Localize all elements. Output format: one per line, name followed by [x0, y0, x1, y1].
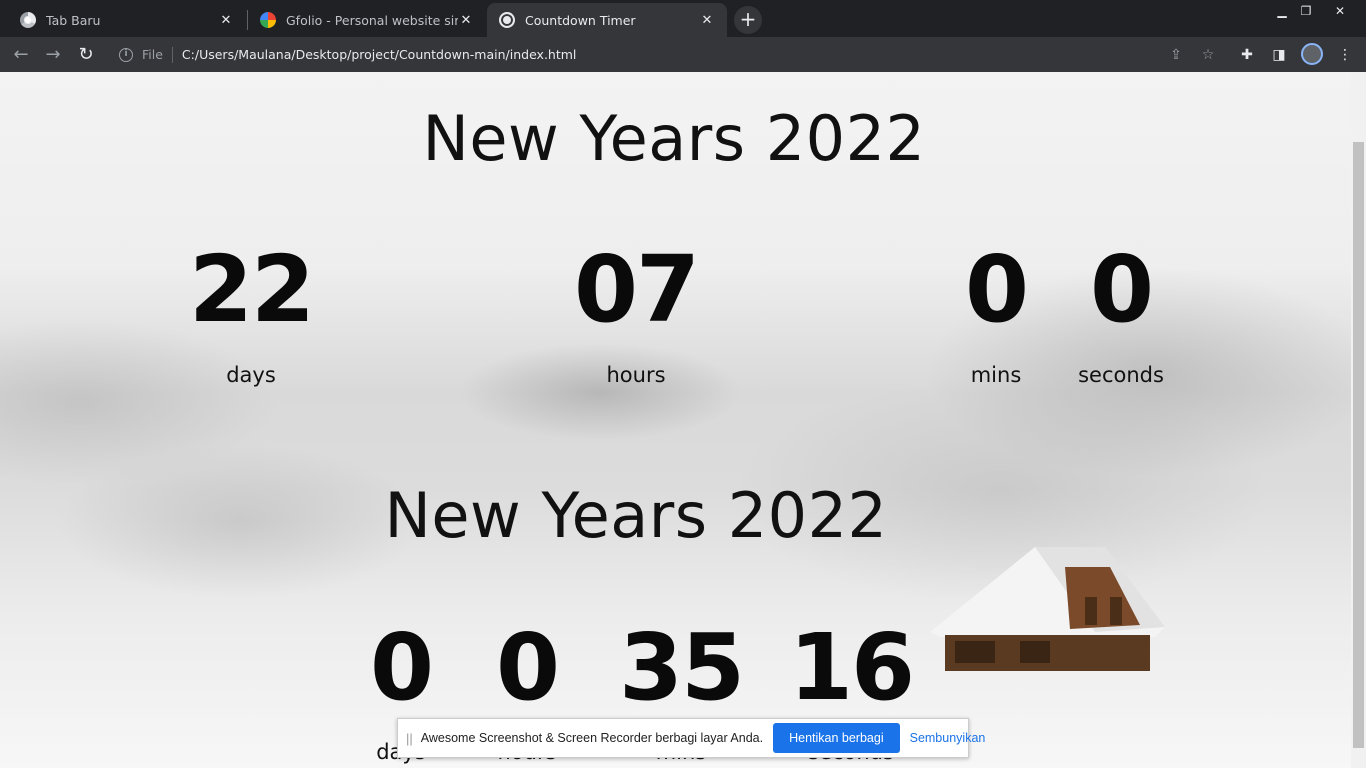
share-icon[interactable]: ⇪	[1167, 46, 1185, 64]
extensions-icon[interactable]: ✚	[1238, 46, 1256, 64]
chrome-icon	[20, 12, 36, 28]
globe-icon	[499, 12, 515, 28]
new-tab-button[interactable]: +	[734, 6, 762, 34]
mins-value: 0	[964, 236, 1029, 343]
scrollbar-thumb[interactable]	[1353, 142, 1364, 748]
close-tab-icon[interactable]: ✕	[458, 13, 474, 28]
reload-icon[interactable]: ↻	[73, 42, 99, 68]
page-scrollbar[interactable]	[1351, 72, 1366, 768]
google-icon	[260, 12, 276, 28]
seconds-value: 16	[788, 614, 915, 721]
tab-strip: Tab Baru ✕ Gfolio - Personal website sim…	[0, 0, 1366, 37]
menu-icon[interactable]: ⋮	[1336, 46, 1354, 64]
share-message: Awesome Screenshot & Screen Recorder ber…	[420, 731, 764, 745]
restore-button[interactable]: ❐	[1292, 2, 1320, 20]
page-viewport: New Years 2022 22 days 07 hours 0 mins 0…	[0, 72, 1351, 768]
tab-new-tab[interactable]: Tab Baru ✕	[8, 3, 246, 37]
close-tab-icon[interactable]: ✕	[699, 13, 715, 28]
close-window-button[interactable]: ✕	[1326, 2, 1354, 20]
hours-value: 0	[495, 614, 560, 721]
tab-title: Countdown Timer	[525, 12, 636, 28]
stop-sharing-button[interactable]: Hentikan berbagi	[773, 723, 900, 753]
hours-value: 07	[573, 236, 700, 343]
cabin-image	[930, 547, 1165, 671]
star-icon[interactable]: ☆	[1199, 46, 1217, 64]
drag-handle-icon[interactable]: ||	[406, 731, 413, 746]
url-text[interactable]: C:/Users/Maulana/Desktop/project/Countdo…	[182, 47, 576, 62]
screen-share-bar: || Awesome Screenshot & Screen Recorder …	[397, 718, 985, 758]
seconds-label: seconds	[1078, 363, 1164, 387]
hide-link[interactable]: Sembunyikan	[910, 731, 986, 745]
countdown-title: New Years 2022	[384, 479, 888, 552]
days-value: 0	[369, 614, 434, 721]
tab-title: Gfolio - Personal website simulat	[286, 12, 458, 28]
tab-title: Tab Baru	[46, 12, 101, 28]
countdown-title: New Years 2022	[422, 102, 926, 175]
back-arrow-icon[interactable]: ←	[8, 42, 34, 68]
forward-arrow-icon[interactable]: →	[40, 42, 66, 68]
address-bar[interactable]: i File C:/Users/Maulana/Desktop/project/…	[110, 41, 1190, 68]
profile-avatar[interactable]	[1301, 43, 1323, 65]
tab-gfolio[interactable]: Gfolio - Personal website simulat ✕	[248, 3, 486, 37]
tab-countdown-timer[interactable]: Countdown Timer ✕	[487, 3, 727, 37]
info-icon[interactable]: i	[119, 47, 133, 62]
address-divider	[171, 46, 173, 63]
hours-label: hours	[606, 363, 666, 387]
close-tab-icon[interactable]: ✕	[218, 13, 234, 28]
scheme-label: File	[142, 47, 163, 62]
mins-label: mins	[970, 363, 1022, 387]
side-panel-icon[interactable]: ◨	[1270, 46, 1288, 64]
seconds-value: 0	[1089, 236, 1154, 343]
days-label: days	[226, 363, 276, 387]
mins-value: 35	[618, 614, 745, 721]
days-value: 22	[188, 236, 315, 343]
browser-toolbar: ← → ↻ i File C:/Users/Maulana/Desktop/pr…	[0, 37, 1366, 72]
